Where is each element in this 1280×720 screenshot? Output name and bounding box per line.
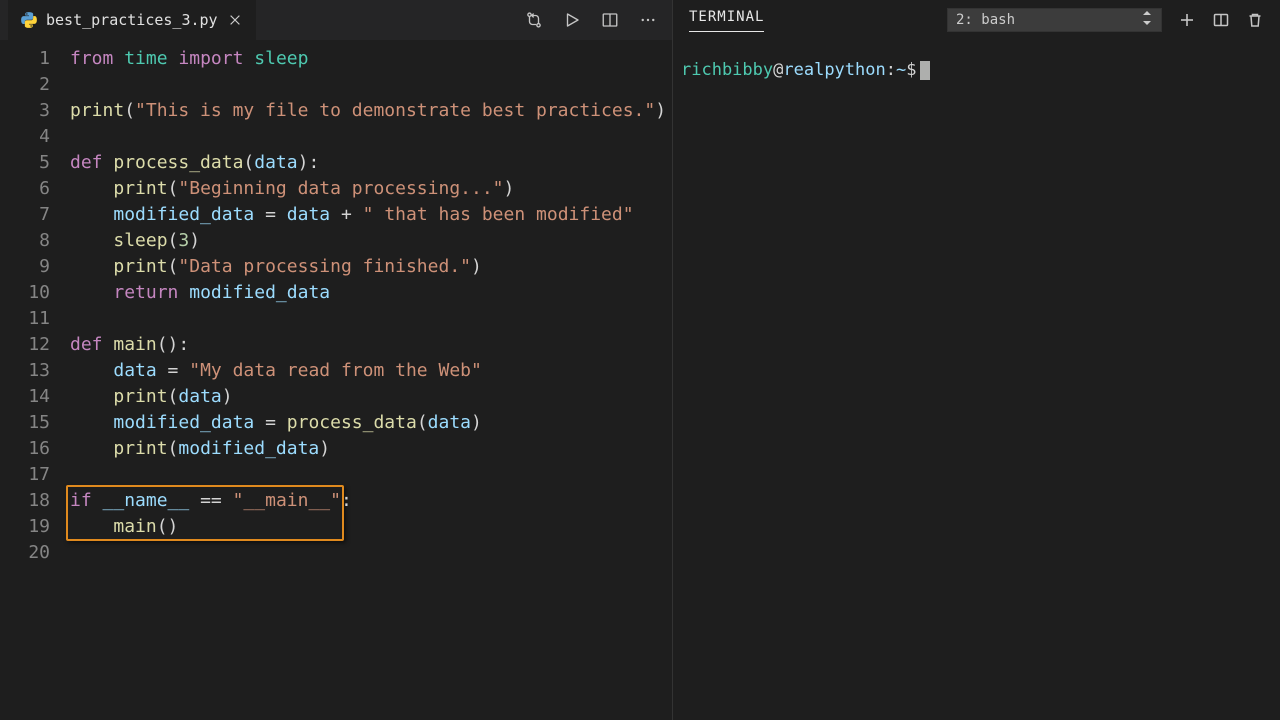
code-line[interactable]: modified_data = process_data(data) bbox=[70, 410, 672, 436]
new-terminal-icon[interactable] bbox=[1178, 11, 1196, 29]
line-number: 19 bbox=[0, 514, 50, 540]
line-number: 4 bbox=[0, 124, 50, 150]
terminal-selector[interactable]: 2: bash bbox=[947, 8, 1162, 32]
prompt-colon: : bbox=[886, 60, 896, 80]
line-number: 11 bbox=[0, 306, 50, 332]
terminal-selector-label: 2: bash bbox=[956, 12, 1015, 28]
code-area[interactable]: 1234567891011121314151617181920 from tim… bbox=[0, 40, 672, 720]
code-line[interactable] bbox=[70, 540, 672, 566]
line-number: 10 bbox=[0, 280, 50, 306]
line-number: 5 bbox=[0, 150, 50, 176]
terminal-header: TERMINAL 2: bash bbox=[673, 0, 1280, 40]
dropdown-arrows-icon bbox=[1141, 11, 1153, 29]
code-line[interactable]: print(modified_data) bbox=[70, 436, 672, 462]
line-number: 9 bbox=[0, 254, 50, 280]
line-number: 7 bbox=[0, 202, 50, 228]
line-number: 3 bbox=[0, 98, 50, 124]
line-number: 13 bbox=[0, 358, 50, 384]
editor-toolbar bbox=[524, 10, 664, 30]
prompt-at: @ bbox=[773, 60, 783, 80]
editor-tab-bar: best_practices_3.py bbox=[0, 0, 672, 40]
line-number: 1 bbox=[0, 46, 50, 72]
code-line[interactable]: return modified_data bbox=[70, 280, 672, 306]
python-file-icon bbox=[20, 11, 38, 29]
kill-terminal-icon[interactable] bbox=[1246, 11, 1264, 29]
code-line[interactable]: def main(): bbox=[70, 332, 672, 358]
prompt-path: ~ bbox=[896, 60, 906, 80]
line-number: 8 bbox=[0, 228, 50, 254]
line-number: 15 bbox=[0, 410, 50, 436]
terminal-controls: 2: bash bbox=[947, 8, 1264, 32]
line-gutter: 1234567891011121314151617181920 bbox=[0, 46, 70, 720]
line-number: 12 bbox=[0, 332, 50, 358]
code-line[interactable]: modified_data = data + " that has been m… bbox=[70, 202, 672, 228]
code-content[interactable]: from time import sleep print("This is my … bbox=[70, 46, 672, 720]
line-number: 14 bbox=[0, 384, 50, 410]
terminal-pane: TERMINAL 2: bash richbibby@realpython:~$ bbox=[673, 0, 1280, 720]
editor-pane: best_practices_3.py 12345678910111213141… bbox=[0, 0, 673, 720]
split-terminal-icon[interactable] bbox=[1212, 11, 1230, 29]
line-number: 6 bbox=[0, 176, 50, 202]
code-line[interactable]: if __name__ == "__main__": bbox=[70, 488, 672, 514]
line-number: 16 bbox=[0, 436, 50, 462]
code-line[interactable]: from time import sleep bbox=[70, 46, 672, 72]
code-line[interactable]: print("This is my file to demonstrate be… bbox=[70, 98, 672, 124]
code-line[interactable]: print(data) bbox=[70, 384, 672, 410]
code-line[interactable]: print("Data processing finished.") bbox=[70, 254, 672, 280]
line-number: 18 bbox=[0, 488, 50, 514]
tab-filename: best_practices_3.py bbox=[46, 11, 218, 29]
code-line[interactable] bbox=[70, 72, 672, 98]
line-number: 2 bbox=[0, 72, 50, 98]
more-actions-icon[interactable] bbox=[638, 10, 658, 30]
code-line[interactable]: main() bbox=[70, 514, 672, 540]
prompt-user: richbibby bbox=[681, 60, 773, 80]
run-icon[interactable] bbox=[562, 10, 582, 30]
tab-best-practices[interactable]: best_practices_3.py bbox=[8, 0, 256, 40]
terminal-cursor bbox=[920, 61, 930, 80]
code-line[interactable] bbox=[70, 124, 672, 150]
code-line[interactable] bbox=[70, 306, 672, 332]
line-number: 20 bbox=[0, 540, 50, 566]
prompt-host: realpython bbox=[783, 60, 885, 80]
code-line[interactable]: data = "My data read from the Web" bbox=[70, 358, 672, 384]
terminal-body[interactable]: richbibby@realpython:~$ bbox=[673, 40, 1280, 720]
split-editor-icon[interactable] bbox=[600, 10, 620, 30]
code-line[interactable]: sleep(3) bbox=[70, 228, 672, 254]
code-line[interactable]: def process_data(data): bbox=[70, 150, 672, 176]
tab-close-button[interactable] bbox=[226, 11, 244, 29]
code-line[interactable]: print("Beginning data processing...") bbox=[70, 176, 672, 202]
terminal-tab-title[interactable]: TERMINAL bbox=[689, 9, 764, 32]
prompt-symbol: $ bbox=[906, 60, 916, 80]
compare-changes-icon[interactable] bbox=[524, 10, 544, 30]
line-number: 17 bbox=[0, 462, 50, 488]
